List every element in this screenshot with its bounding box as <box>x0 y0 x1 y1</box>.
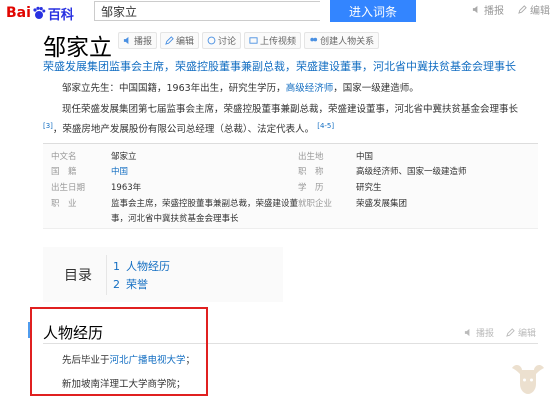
summary-paragraph-2: 现任荣盛发展集团第七届监事会主席，荣盛控股董事兼副总裁，荣盛建设董事，河北省中冀… <box>43 102 538 138</box>
toc-item-number: 2 <box>113 278 120 291</box>
toc-item-label: 荣誉 <box>126 278 148 291</box>
info-value-employer: 荣盛发展集团 <box>356 199 408 209</box>
info-value-nationality[interactable]: 中国 <box>111 165 128 177</box>
toc-item-label: 人物经历 <box>126 260 170 273</box>
info-label-occupation: 职 业 <box>51 199 77 209</box>
top-edit-label: 编辑 <box>530 6 550 17</box>
info-value-chinese-name: 邹家立 <box>111 152 137 162</box>
info-label-nationality: 国 籍 <box>51 167 77 177</box>
table-of-contents: 目录 1 人物经历 2 荣誉 <box>43 247 283 302</box>
info-label-employer: 就职企业 <box>298 199 333 209</box>
section-broadcast-label: 播报 <box>475 329 494 339</box>
enter-entry-button[interactable]: 进入词条 <box>330 0 416 22</box>
upload-video-label: 上传视频 <box>260 37 297 47</box>
logo-baike-text: 百科 <box>47 7 74 23</box>
top-broadcast-button[interactable]: 播报 <box>472 2 504 17</box>
section-edit-label: 编辑 <box>517 329 536 339</box>
edit-icon <box>518 5 527 14</box>
broadcast-label: 播报 <box>134 37 153 47</box>
toc-item-honors[interactable]: 2 荣誉 <box>113 276 148 292</box>
bull-watermark-icon <box>512 364 544 394</box>
entry-title: 邹家立 <box>43 35 112 61</box>
info-value-title: 高级经济师、国家一级建造师 <box>356 167 467 177</box>
para2-text: 现任荣盛发展集团第七届监事会主席，荣盛控股董事兼副总裁，荣盛建设董事，河北省中冀… <box>62 104 519 115</box>
entry-subtitle: 荣盛发展集团监事会主席，荣盛控股董事兼副总裁，荣盛建设董事，河北省中冀扶贫基金会… <box>43 60 516 73</box>
basic-info-table: 中文名 邹家立 国 籍 中国 出生日期 1963年 职 业 监事会主席，荣盛控股… <box>43 143 538 229</box>
discuss-label: 讨论 <box>218 37 237 47</box>
create-relation-label: 创建人物关系 <box>320 37 375 47</box>
edit-button[interactable]: 编辑 <box>160 32 200 49</box>
video-icon <box>249 37 258 44</box>
people-icon <box>310 37 318 42</box>
create-relation-button[interactable]: 创建人物关系 <box>304 32 380 49</box>
title-toolbar: 播报 编辑 讨论 上传视频 创建人物关系 <box>118 32 380 49</box>
info-value-occupation-2: 事，河北省中冀扶贫基金会理事长 <box>111 214 239 224</box>
info-label-chinese-name: 中文名 <box>51 152 77 162</box>
para1-suffix: ，国家一级建造师。 <box>333 83 419 94</box>
para1-prefix: 邹家立先生：中国国籍，1963年出生，研究生学历， <box>62 83 286 94</box>
speaker-icon <box>464 328 470 337</box>
search-input[interactable]: 邹家立 <box>94 1 320 21</box>
info-label-education: 学 历 <box>298 183 324 193</box>
discuss-button[interactable]: 讨论 <box>202 32 242 49</box>
paw-icon <box>33 6 46 19</box>
reference-4-5[interactable]: [4-5] <box>317 122 334 130</box>
edit-icon <box>506 328 515 337</box>
section-edit-button[interactable]: 编辑 <box>506 326 536 339</box>
info-value-occupation: 监事会主席，荣盛控股董事兼副总裁，荣盛建设董 <box>111 199 299 209</box>
info-label-birthplace: 出生地 <box>298 152 324 162</box>
toc-item-experience[interactable]: 1 人物经历 <box>113 258 170 274</box>
info-value-birthdate: 1963年 <box>111 183 142 193</box>
top-edit-button[interactable]: 编辑 <box>518 2 550 17</box>
baidu-baike-logo[interactable]: Bai 百科 <box>6 3 74 23</box>
highlight-box <box>30 307 208 396</box>
toc-title: 目录 <box>64 268 92 284</box>
para2-text2: ，荣盛房地产发展股份有限公司总经理（总裁）、法定代表人。 <box>52 124 315 136</box>
summary-paragraph-1: 邹家立先生：中国国籍，1963年出生，研究生学历，高级经济师，国家一级建造师。 <box>62 80 419 94</box>
senior-economist-link[interactable]: 高级经济师 <box>286 83 334 94</box>
edit-icon <box>165 36 174 45</box>
toc-divider <box>106 255 107 295</box>
discuss-icon <box>207 36 216 45</box>
reference-3[interactable]: [3] <box>43 122 53 130</box>
top-actions: 播报 编辑 <box>472 2 550 17</box>
section-toolbar: 播报 编辑 <box>464 326 536 339</box>
top-bar: Bai 百科 邹家立 进入词条 播报 编辑 <box>0 0 550 26</box>
speaker-icon <box>123 36 129 45</box>
top-broadcast-label: 播报 <box>484 6 504 17</box>
edit-label: 编辑 <box>176 37 195 47</box>
upload-video-button[interactable]: 上传视频 <box>244 32 302 49</box>
toc-item-number: 1 <box>113 260 120 273</box>
broadcast-button[interactable]: 播报 <box>118 32 158 49</box>
logo-bai-text: Bai <box>6 5 31 21</box>
info-value-education: 研究生 <box>356 183 382 193</box>
info-label-birthdate: 出生日期 <box>51 183 86 193</box>
speaker-icon <box>472 5 478 14</box>
info-value-birthplace: 中国 <box>356 152 374 162</box>
info-label-title: 职 称 <box>298 167 324 177</box>
section-broadcast-button[interactable]: 播报 <box>464 326 494 339</box>
